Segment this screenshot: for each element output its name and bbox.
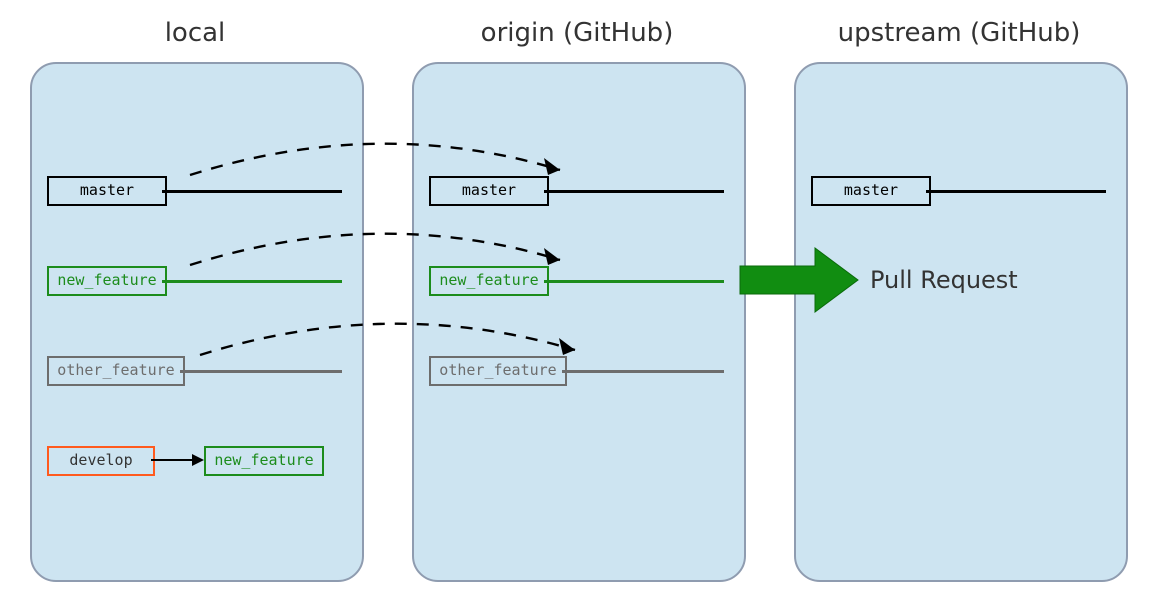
branch-box-origin-new-feature: new_feature bbox=[429, 266, 549, 296]
branch-box-local-other-feature: other_feature bbox=[47, 356, 185, 386]
diagram-canvas: local origin (GitHub) upstream (GitHub) … bbox=[0, 0, 1152, 606]
branch-line-origin-new-feature bbox=[544, 280, 724, 283]
panel-local bbox=[30, 62, 364, 582]
branch-line-upstream-master bbox=[926, 190, 1106, 193]
branch-line-origin-master bbox=[544, 190, 724, 193]
panel-upstream bbox=[794, 62, 1128, 582]
branch-line-local-new-feature bbox=[162, 280, 342, 283]
branch-box-local-new-feature: new_feature bbox=[47, 266, 167, 296]
branch-line-local-other-feature bbox=[180, 370, 342, 373]
column-title-origin: origin (GitHub) bbox=[412, 18, 742, 48]
column-title-upstream: upstream (GitHub) bbox=[794, 18, 1124, 48]
branch-box-upstream-master: master bbox=[811, 176, 931, 206]
branch-box-local-develop: develop bbox=[47, 446, 155, 476]
column-title-local: local bbox=[30, 18, 360, 48]
branch-box-origin-other-feature: other_feature bbox=[429, 356, 567, 386]
branch-line-local-master bbox=[162, 190, 342, 193]
branch-box-origin-master: master bbox=[429, 176, 549, 206]
pull-request-label: Pull Request bbox=[870, 266, 1018, 294]
branch-box-local-develop-target: new_feature bbox=[204, 446, 324, 476]
branch-box-local-master: master bbox=[47, 176, 167, 206]
branch-line-origin-other-feature bbox=[562, 370, 724, 373]
panel-origin bbox=[412, 62, 746, 582]
